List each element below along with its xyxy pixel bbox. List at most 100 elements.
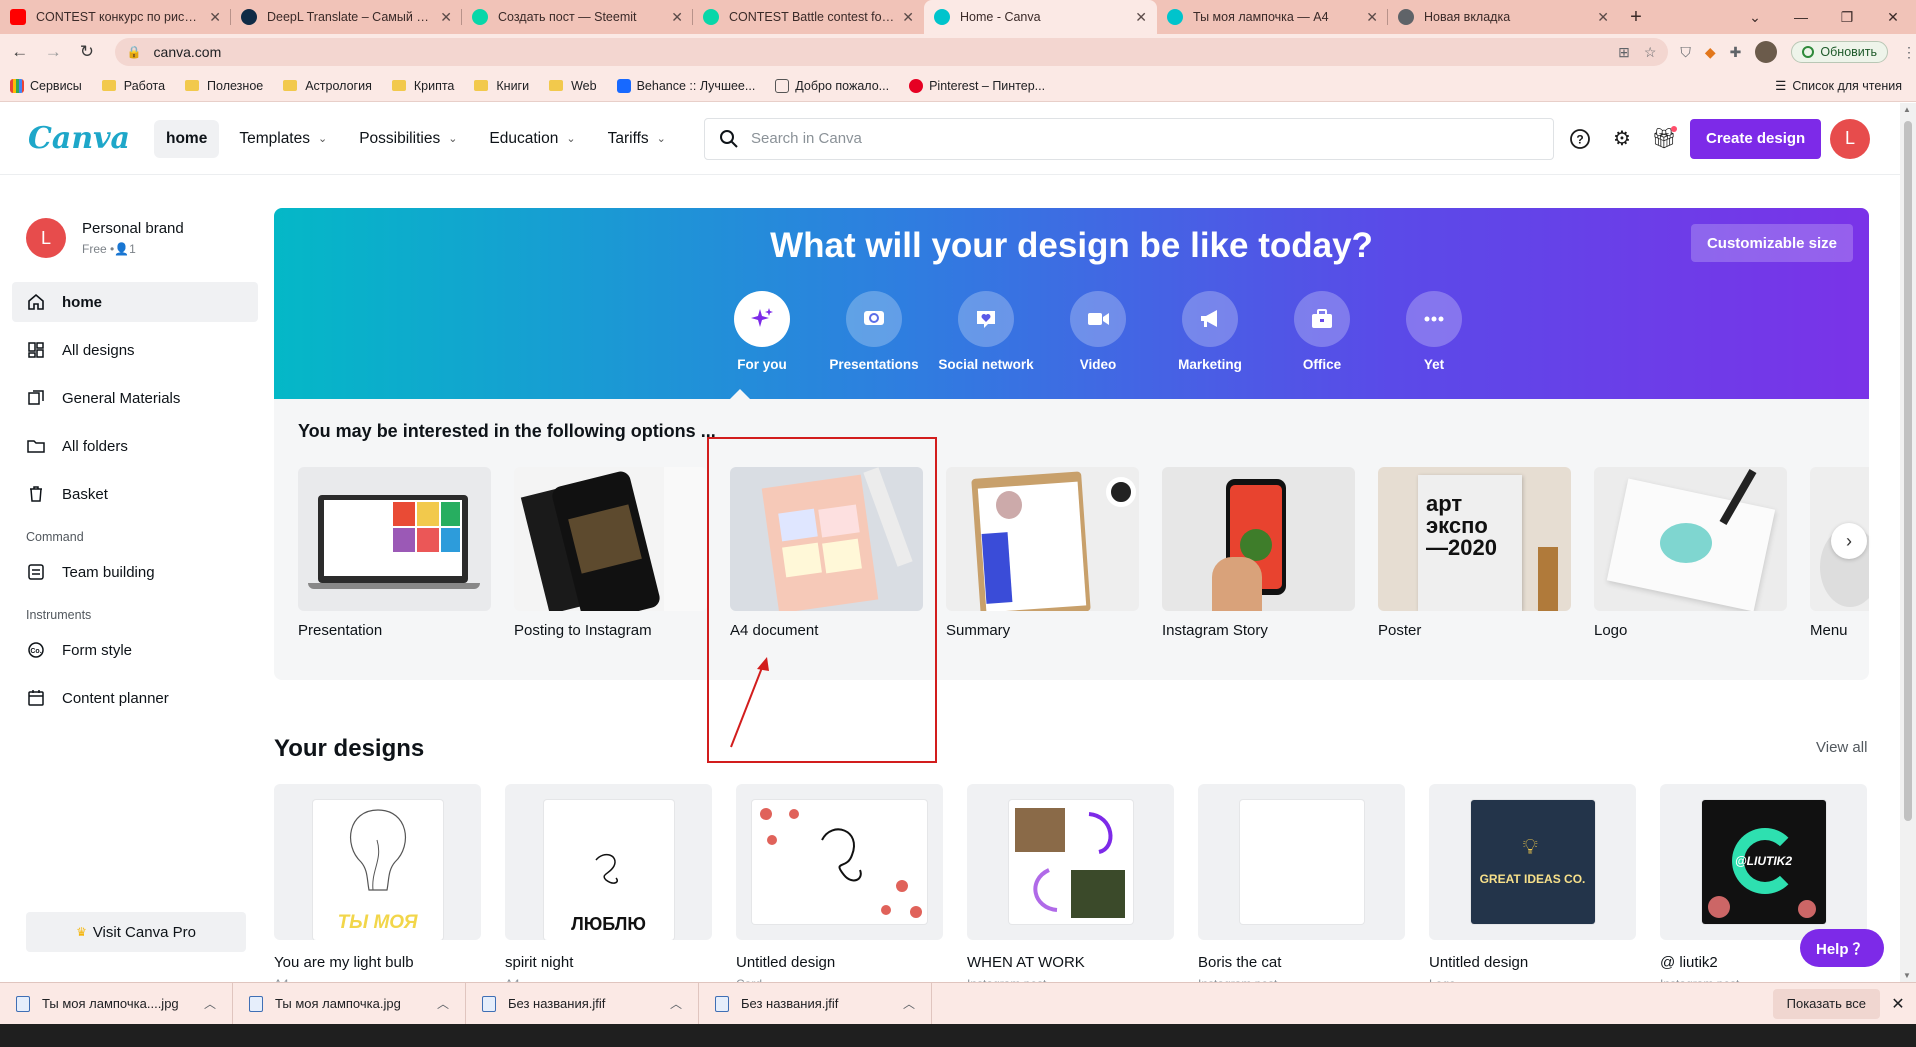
close-icon[interactable]: ✕ xyxy=(671,9,683,26)
browser-tab[interactable]: DeepL Translate – Самый точный ✕ xyxy=(231,0,462,34)
bookmark-site[interactable]: Behance :: Лучшее... xyxy=(616,78,755,93)
profile-avatar[interactable] xyxy=(1755,41,1778,63)
lock-icon[interactable]: 🔒 xyxy=(127,45,142,59)
gift-icon[interactable]: 🎁︎ xyxy=(1651,125,1677,152)
close-icon[interactable]: ✕ xyxy=(1880,994,1916,1014)
chevron-up-icon[interactable]: ︿ xyxy=(903,995,915,1012)
settings-gear-icon[interactable]: ⚙ xyxy=(1609,126,1635,152)
help-button[interactable]: Help ？ xyxy=(1800,929,1884,967)
browser-tab-active[interactable]: Home - Canva ✕ xyxy=(924,0,1157,34)
bookmark-folder[interactable]: Web xyxy=(549,79,597,93)
design-card[interactable]: 💡︎ GREAT IDEAS CO. Untitled design Logo xyxy=(1429,784,1636,991)
design-card[interactable]: ТЫ МОЯ You are my light bulb A4 xyxy=(274,784,481,991)
reading-list[interactable]: ☰ Список для чтения xyxy=(1775,78,1902,94)
team-switcher[interactable]: L Personal brand Free •👤1 xyxy=(26,218,270,258)
minimize-icon[interactable]: — xyxy=(1778,9,1824,25)
user-avatar[interactable]: L xyxy=(1830,118,1870,159)
suggestion-card-summary[interactable]: Summary xyxy=(946,467,1139,657)
bookmark-apps[interactable]: Сервисы xyxy=(10,78,82,93)
menu-dots-icon[interactable]: ⋮ xyxy=(1902,44,1916,61)
design-card[interactable]: Boris the cat Instagram post xyxy=(1198,784,1405,991)
download-item[interactable]: Ты моя лампочка.jpg ︿ xyxy=(233,982,466,1025)
bookmark-folder[interactable]: Книги xyxy=(474,79,529,93)
bookmark-star-icon[interactable]: ☆ xyxy=(1644,44,1657,61)
category-video[interactable]: Video xyxy=(1042,291,1154,372)
shield-icon[interactable]: ⛉ xyxy=(1680,44,1691,61)
chevron-up-icon[interactable]: ︿ xyxy=(437,995,449,1012)
close-icon[interactable]: ✕ xyxy=(902,9,914,26)
metamask-icon[interactable]: ◆ xyxy=(1705,44,1716,61)
sidebar-item-basket[interactable]: Basket xyxy=(12,474,258,514)
sidebar-item-team-building[interactable]: Team building xyxy=(12,552,258,592)
help-icon[interactable]: ? xyxy=(1567,126,1593,152)
close-icon[interactable]: ✕ xyxy=(440,9,452,26)
close-icon[interactable]: ✕ xyxy=(1597,9,1609,26)
suggestion-card-logo[interactable]: Logo xyxy=(1594,467,1787,657)
bookmark-folder[interactable]: Работа xyxy=(101,79,165,93)
category-marketing[interactable]: Marketing xyxy=(1154,291,1266,372)
category-presentations[interactable]: Presentations xyxy=(818,291,930,372)
translate-icon[interactable]: ⊞ xyxy=(1618,44,1630,61)
back-icon[interactable]: ← xyxy=(6,38,34,66)
chevron-up-icon[interactable]: ︿ xyxy=(670,995,682,1012)
new-tab-icon[interactable]: + xyxy=(1619,0,1653,34)
browser-tab[interactable]: CONTEST конкурс по рисованию ✕ xyxy=(0,0,231,34)
close-window-icon[interactable]: ✕ xyxy=(1870,9,1916,26)
search-input[interactable] xyxy=(751,130,1539,147)
puzzle-icon[interactable]: ✚ xyxy=(1730,44,1742,61)
nav-templates[interactable]: Templates ⌄ xyxy=(227,120,339,158)
category-social-network[interactable]: Social network xyxy=(930,291,1042,372)
sidebar-item-home[interactable]: home xyxy=(12,282,258,322)
sidebar-item-all-folders[interactable]: All folders xyxy=(12,426,258,466)
suggestion-card-poster[interactable]: арт экспо —2020 Poster xyxy=(1378,467,1571,657)
bookmark-folder[interactable]: Астрология xyxy=(283,79,372,93)
address-bar[interactable]: 🔒 canva.com ⊞ ☆ xyxy=(114,38,1669,66)
download-item[interactable]: Ты моя лампочка....jpg ︿ xyxy=(0,982,233,1025)
scroll-up-icon[interactable]: ▲ xyxy=(1903,105,1911,114)
customizable-size-button[interactable]: Customizable size xyxy=(1690,224,1853,262)
design-card[interactable]: WHEN AT WORK Instagram post xyxy=(967,784,1174,991)
browser-tab[interactable]: Новая вкладка ✕ xyxy=(1388,0,1619,34)
chevron-up-icon[interactable]: ︿ xyxy=(204,995,216,1012)
suggestion-card-menu[interactable]: Menu xyxy=(1810,467,1869,657)
browser-tab[interactable]: CONTEST Battle contest for two ✕ xyxy=(693,0,924,34)
category-for-you[interactable]: For you xyxy=(706,291,818,372)
suggestion-card-instagram-story[interactable]: Instagram Story xyxy=(1162,467,1355,657)
download-item[interactable]: Без названия.jfif ︿ xyxy=(699,982,932,1025)
close-icon[interactable]: ✕ xyxy=(1366,9,1378,26)
search-box[interactable] xyxy=(704,117,1554,160)
bookmark-folder[interactable]: Полезное xyxy=(185,79,263,93)
close-icon[interactable]: ✕ xyxy=(209,9,221,26)
suggestion-card-presentation[interactable]: Presentation xyxy=(298,467,491,657)
nav-tariffs[interactable]: Tariffs ⌄ xyxy=(596,120,678,158)
category-office[interactable]: Office xyxy=(1266,291,1378,372)
view-all-link[interactable]: View all xyxy=(1816,739,1867,756)
browser-tab[interactable]: Создать пост — Steemit ✕ xyxy=(462,0,693,34)
design-card[interactable]: Untitled design Card xyxy=(736,784,943,991)
restore-icon[interactable]: ❐ xyxy=(1824,9,1870,26)
canva-logo[interactable]: Canva xyxy=(28,121,130,156)
update-button[interactable]: Обновить xyxy=(1791,41,1889,63)
nav-possibilities[interactable]: Possibilities ⌄ xyxy=(347,120,469,158)
scrollbar-thumb[interactable] xyxy=(1904,121,1912,821)
nav-education[interactable]: Education ⌄ xyxy=(477,120,587,158)
show-all-downloads-button[interactable]: Показать все xyxy=(1772,988,1880,1019)
chevron-right-icon[interactable]: › xyxy=(1831,523,1867,559)
page-scrollbar[interactable]: ▲ ▼ xyxy=(1900,103,1916,982)
category-more[interactable]: Yet xyxy=(1378,291,1490,372)
scroll-down-icon[interactable]: ▼ xyxy=(1903,971,1911,980)
sidebar-item-general-materials[interactable]: General Materials xyxy=(12,378,258,418)
bookmark-folder[interactable]: Крипта xyxy=(391,79,454,93)
bookmark-site[interactable]: Добро пожало... xyxy=(775,78,889,93)
design-card[interactable]: ЛЮБЛЮ spirit night A4 xyxy=(505,784,712,991)
sidebar-item-form-style[interactable]: Co. Form style xyxy=(12,630,258,670)
download-item[interactable]: Без названия.jfif ︿ xyxy=(466,982,699,1025)
suggestion-card-instagram-post[interactable]: Posting to Instagram xyxy=(514,467,707,657)
sidebar-item-content-planner[interactable]: Content planner xyxy=(12,678,258,718)
bookmark-site[interactable]: Pinterest – Пинтер... xyxy=(909,78,1045,93)
visit-canva-pro-button[interactable]: ♛ Visit Canva Pro xyxy=(26,912,246,952)
create-design-button[interactable]: Create design xyxy=(1690,118,1822,159)
browser-tab[interactable]: Ты моя лампочка — A4 ✕ xyxy=(1157,0,1388,34)
forward-icon[interactable]: → xyxy=(40,38,68,66)
tab-search-icon[interactable]: ⌄ xyxy=(1732,9,1778,26)
